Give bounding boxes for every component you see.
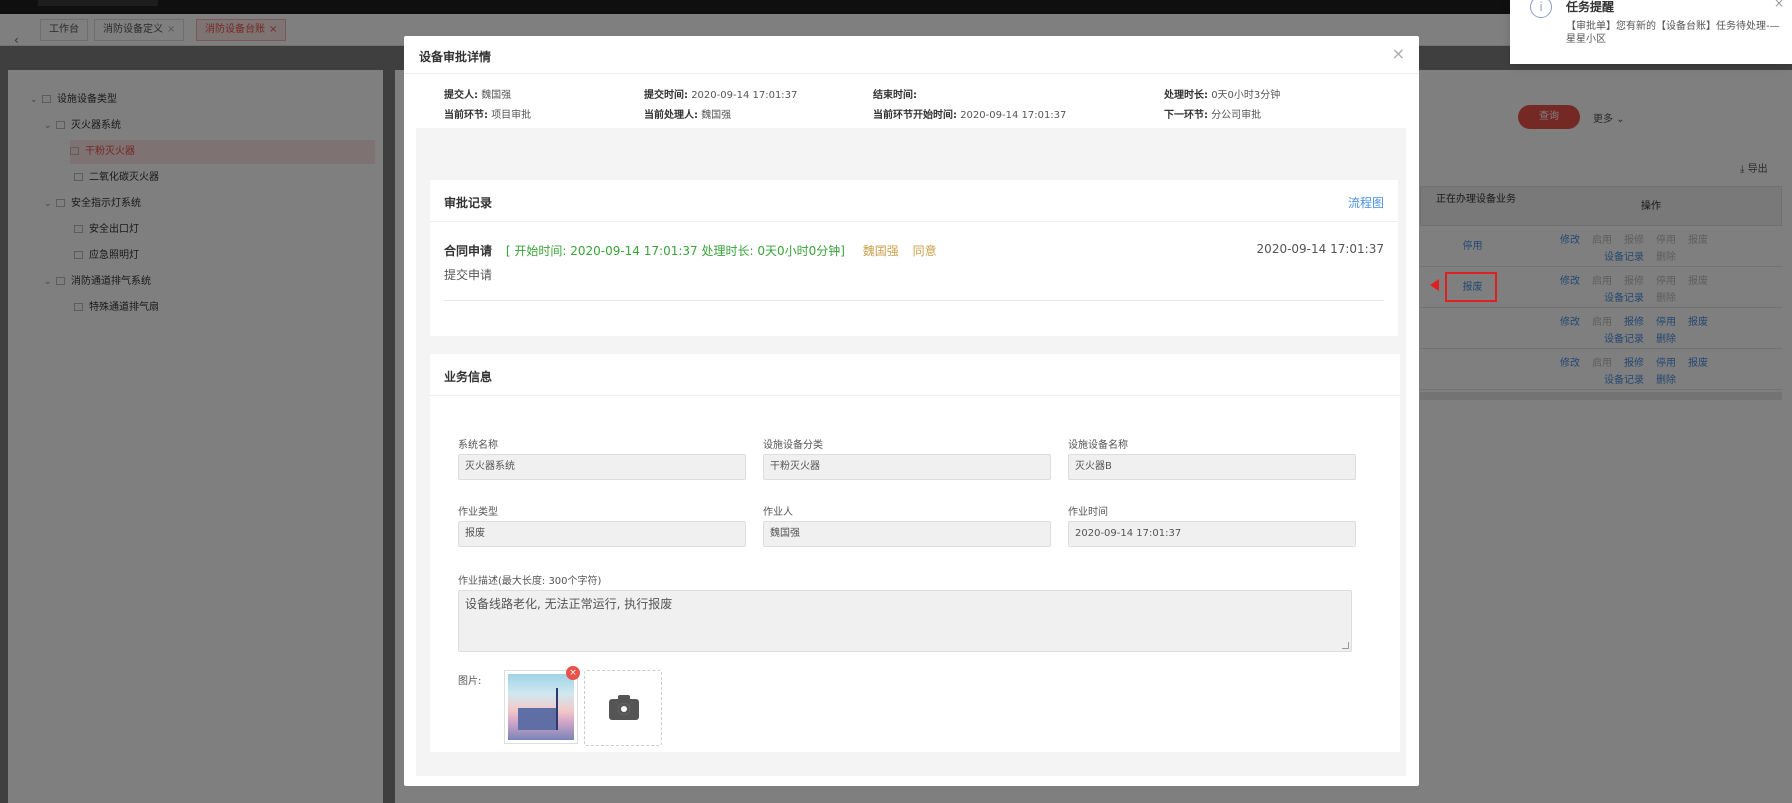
record-user: 魏国强 <box>862 244 899 258</box>
meta-submit-time: 提交时间: 2020-09-14 17:01:37 <box>644 90 798 101</box>
work-time-label: 作业时间 <box>1068 507 1108 518</box>
modal-title: 设备审批详情 <box>419 50 492 64</box>
system-name-label: 系统名称 <box>458 440 498 451</box>
work-type-field: 报废 <box>458 521 746 547</box>
category-field: 干粉灭火器 <box>763 454 1051 480</box>
record-date: 2020-09-14 17:01:37 <box>1256 242 1384 256</box>
photo-image <box>508 674 574 740</box>
work-type-label: 作业类型 <box>458 507 498 518</box>
record-comment: 提交申请 <box>444 268 493 282</box>
description-textarea[interactable]: 设备线路老化, 无法正常运行, 执行报废 <box>458 590 1352 652</box>
uploaded-image-thumbnail[interactable] <box>504 670 578 744</box>
task-notification: i 任务提醒 【审批单】您有新的【设备台账】任务待处理-—星星小区 × <box>1510 0 1792 64</box>
image-upload-button[interactable] <box>584 670 662 746</box>
card-header: 业务信息 <box>430 354 1400 396</box>
modal-header: 设备审批详情 × <box>404 36 1419 74</box>
camera-icon <box>609 695 639 720</box>
worker-field: 魏国强 <box>763 521 1051 547</box>
notification-title: 任务提醒 <box>1566 0 1615 14</box>
meta-current-step: 当前环节: 项目审批 <box>444 110 532 121</box>
approval-meta: 提交人: 魏国强 提交时间: 2020-09-14 17:01:37 结束时间:… <box>416 76 1406 128</box>
record-name: 合同申请 <box>444 244 493 258</box>
modal-body: 提交人: 魏国强 提交时间: 2020-09-14 17:01:37 结束时间:… <box>416 76 1406 776</box>
category-label: 设施设备分类 <box>763 440 823 451</box>
record-result: 同意 <box>912 244 937 258</box>
description-label: 作业描述(最大长度: 300个字符) <box>458 576 602 587</box>
resize-handle[interactable] <box>1342 642 1349 649</box>
close-icon[interactable]: × <box>1774 0 1784 10</box>
highlight-box <box>1445 272 1497 302</box>
card-title: 业务信息 <box>444 370 493 384</box>
meta-end-time: 结束时间: <box>873 90 917 101</box>
divider <box>444 300 1384 301</box>
meta-step-start: 当前环节开始时间: 2020-09-14 17:01:37 <box>873 110 1067 121</box>
meta-duration: 处理时长: 0天0小时3分钟 <box>1164 90 1281 101</box>
card-header: 审批记录 流程图 <box>430 180 1398 222</box>
approval-detail-modal: 设备审批详情 × 提交人: 魏国强 提交时间: 2020-09-14 17:01… <box>404 36 1419 786</box>
card-title: 审批记录 <box>444 196 493 210</box>
approval-record-card: 审批记录 流程图 合同申请 [ 开始时间: 2020-09-14 17:01:3… <box>430 180 1398 336</box>
images-label: 图片: <box>458 676 482 687</box>
meta-current-handler: 当前处理人: 魏国强 <box>644 110 732 121</box>
info-icon: i <box>1530 0 1552 18</box>
meta-next-step: 下一环节: 分公司审批 <box>1164 110 1262 121</box>
record-detail: [ 开始时间: 2020-09-14 17:01:37 处理时长: 0天0小时0… <box>505 244 845 258</box>
notification-body[interactable]: 【审批单】您有新的【设备台账】任务待处理-—星星小区 <box>1566 20 1781 46</box>
equipment-name-label: 设施设备名称 <box>1068 440 1128 451</box>
equipment-name-field: 灭火器B <box>1068 454 1356 480</box>
close-icon[interactable]: × <box>1392 44 1405 63</box>
remove-image-icon[interactable]: × <box>566 666 580 680</box>
flowchart-link[interactable]: 流程图 <box>1348 194 1384 211</box>
work-time-field: 2020-09-14 17:01:37 <box>1068 521 1356 547</box>
highlight-arrow <box>1430 279 1439 291</box>
approval-record: 合同申请 [ 开始时间: 2020-09-14 17:01:37 处理时长: 0… <box>444 242 937 259</box>
meta-submitter: 提交人: 魏国强 <box>444 90 512 101</box>
business-info-card: 业务信息 系统名称 灭火器系统 设施设备分类 干粉灭火器 设施设备名称 灭火器B… <box>430 354 1400 752</box>
worker-label: 作业人 <box>763 507 793 518</box>
system-name-field: 灭火器系统 <box>458 454 746 480</box>
